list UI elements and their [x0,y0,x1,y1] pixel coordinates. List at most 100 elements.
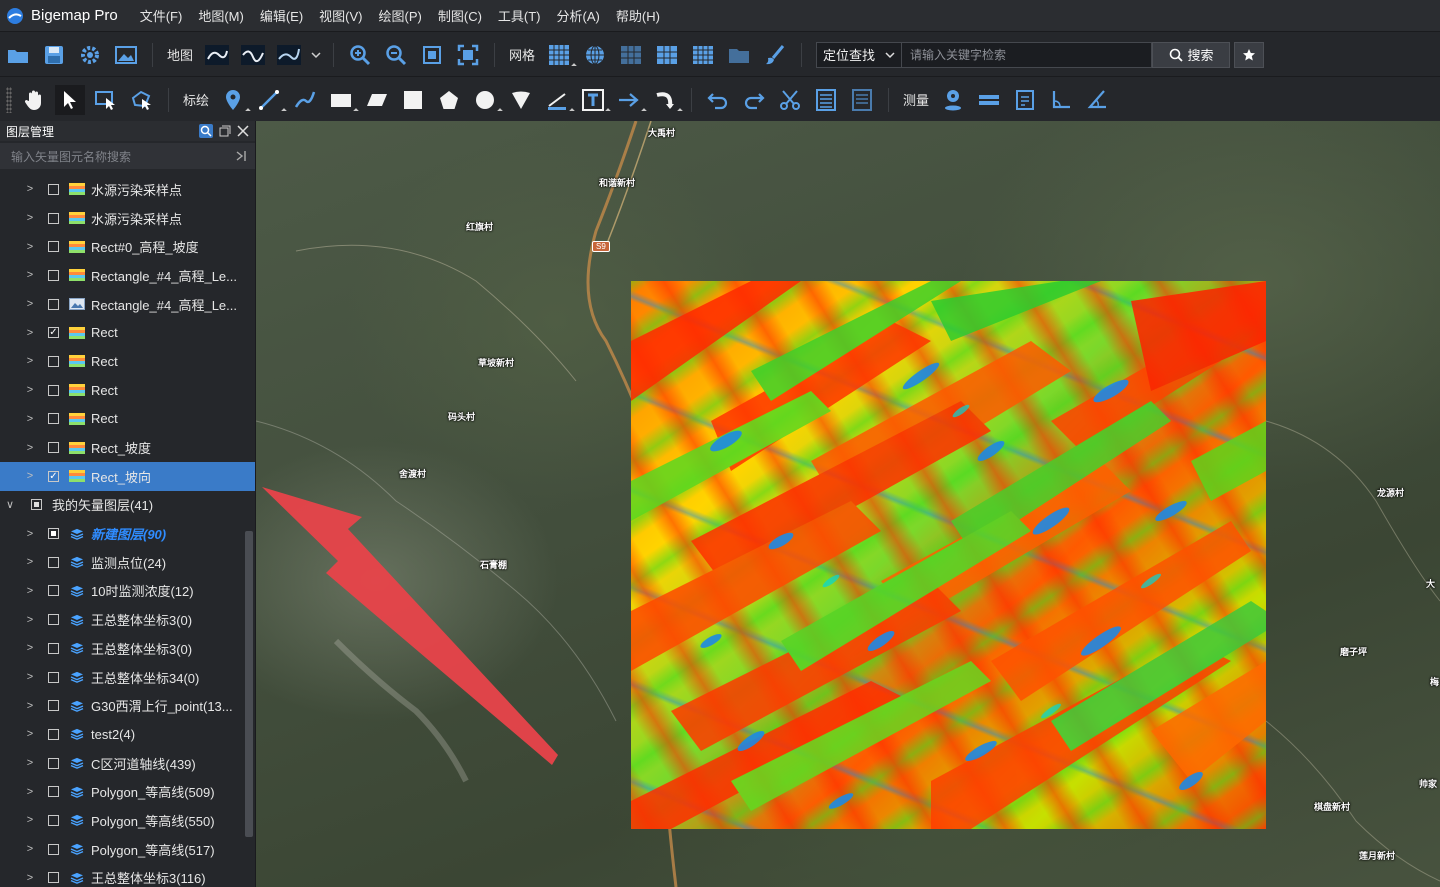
vector-layer-group-row[interactable]: ∨ 我的矢量图层(41) [0,491,255,520]
map-source-dropdown-chevron-icon[interactable] [310,40,322,70]
measure-azimuth-icon[interactable] [1082,85,1112,115]
layer-visibility-checkbox[interactable] [48,814,59,826]
tile-grid-3-icon[interactable] [688,40,718,70]
layer-visibility-checkbox[interactable] [48,843,59,855]
layer-row[interactable]: > Rect [0,347,255,376]
layer-visibility-checkbox[interactable] [48,700,59,712]
panel-search-icon[interactable] [199,124,213,138]
layer-row[interactable]: > Rectangle_#4_高程_Le... [0,261,255,290]
expand-chevron-icon[interactable]: > [24,269,36,281]
group-visibility-checkbox[interactable] [31,499,42,511]
vector-layer-row[interactable]: > C区河道轴线(439) [0,749,255,778]
expand-chevron-icon[interactable]: > [24,843,36,855]
layer-visibility-checkbox[interactable]: ✓ [48,327,59,339]
expand-chevron-icon[interactable]: > [24,355,36,367]
layer-row[interactable]: > ✓ Rect_坡向 [0,461,255,491]
folder-map-icon[interactable] [724,40,754,70]
expand-chevron-icon[interactable]: > [24,757,36,769]
vector-layer-row[interactable]: > 王总整体坐标3(0) [0,634,255,663]
expand-chevron-icon[interactable]: > [24,786,36,798]
expand-chevron-icon[interactable]: > [24,413,36,425]
vector-layer-row[interactable]: > Polygon_等高线(550) [0,806,255,835]
slope-aspect-raster-layer[interactable] [631,281,1266,829]
expand-chevron-icon[interactable]: > [24,442,36,454]
pan-hand-icon[interactable] [19,85,49,115]
document-list-icon[interactable] [847,85,877,115]
map-source-satellite-3-icon[interactable] [274,40,304,70]
zoom-in-icon[interactable] [345,40,375,70]
layer-visibility-checkbox[interactable] [48,585,59,597]
layer-visibility-checkbox[interactable] [48,442,59,454]
layer-visibility-checkbox[interactable] [48,728,59,740]
measure-distance-icon[interactable] [974,85,1004,115]
draw-sector-icon[interactable] [506,85,536,115]
layer-row[interactable]: > Rectangle_#4_高程_Le... [0,290,255,319]
draw-circle-icon[interactable] [470,85,503,115]
toolbar-grip[interactable] [6,86,12,113]
vector-layer-row[interactable]: > 王总整体坐标34(0) [0,663,255,692]
menu-map[interactable]: 地图(M) [190,6,252,25]
layer-row[interactable]: > 水源污染采样点 [0,204,255,233]
map-source-satellite-2-icon[interactable] [238,40,268,70]
open-folder-icon[interactable] [3,40,33,70]
panel-close-icon[interactable] [237,125,249,137]
map-canvas[interactable]: 大禹村 和谐新村 红旗村 草坡新村 码头村 舍渡村 石膏棚 龙源村 大 磨子坪 … [256,121,1440,887]
zoom-out-icon[interactable] [381,40,411,70]
tile-grid-1-icon[interactable] [616,40,646,70]
settings-gear-icon[interactable] [75,40,105,70]
collapse-chevron-icon[interactable]: ∨ [4,498,16,511]
draw-rectangle-icon[interactable] [326,85,359,115]
expand-chevron-icon[interactable]: > [24,872,36,884]
undo-icon[interactable] [703,85,733,115]
menu-file[interactable]: 文件(F) [132,6,191,25]
layer-visibility-checkbox[interactable] [48,183,59,195]
menu-tools[interactable]: 工具(T) [490,6,549,25]
vector-layer-row[interactable]: > 监测点位(24) [0,548,255,577]
layer-visibility-checkbox[interactable] [48,384,59,396]
layer-visibility-checkbox[interactable] [48,413,59,425]
save-icon[interactable] [39,40,69,70]
expand-chevron-icon[interactable]: > [24,700,36,712]
expand-chevron-icon[interactable]: > [24,470,36,482]
expand-chevron-icon[interactable]: > [24,183,36,195]
layer-visibility-checkbox[interactable] [48,528,59,540]
draw-square-icon[interactable] [398,85,428,115]
text-box-icon[interactable] [578,85,611,115]
tile-grid-2-icon[interactable] [652,40,682,70]
layer-visibility-checkbox[interactable] [48,872,59,884]
layer-visibility-checkbox[interactable] [48,757,59,769]
layer-visibility-checkbox[interactable] [48,212,59,224]
place-marker-icon[interactable] [218,85,251,115]
layer-row[interactable]: > 水源污染采样点 [0,175,255,204]
expand-chevron-icon[interactable]: > [24,642,36,654]
menu-help[interactable]: 帮助(H) [608,6,668,25]
locate-mode-select[interactable]: 定位查找 [816,41,903,68]
draw-line-icon[interactable] [254,85,287,115]
draw-text-line-icon[interactable] [542,85,575,115]
vector-layer-row[interactable]: > 王总整体坐标3(116) [0,864,255,887]
expand-chevron-icon[interactable]: > [24,298,36,310]
expand-chevron-icon[interactable]: > [24,327,36,339]
vector-layer-row[interactable]: > 王总整体坐标3(0) [0,605,255,634]
image-export-icon[interactable] [111,40,141,70]
vector-layer-row[interactable]: > test2(4) [0,720,255,749]
expand-chevron-icon[interactable]: > [24,585,36,597]
brush-icon[interactable] [760,40,790,70]
expand-chevron-icon[interactable]: > [24,384,36,396]
menu-draw[interactable]: 绘图(P) [371,6,430,25]
expand-chevron-icon[interactable]: > [24,728,36,740]
draw-arrow-icon[interactable] [614,85,647,115]
cut-scissors-icon[interactable] [775,85,805,115]
layer-visibility-checkbox[interactable] [48,298,59,310]
favorite-button[interactable] [1234,41,1265,68]
zoom-to-extent-icon[interactable] [417,40,447,70]
search-button[interactable]: 搜索 [1152,41,1231,68]
globe-icon[interactable] [580,40,610,70]
measure-area-icon[interactable] [1010,85,1040,115]
layer-filter-input[interactable]: 输入矢量图元名称搜索 [0,143,255,169]
layer-row[interactable]: > Rect [0,376,255,405]
measure-point-icon[interactable] [938,85,968,115]
layer-visibility-checkbox[interactable] [48,671,59,683]
layer-row[interactable]: > ✓ Rect [0,318,255,347]
draw-pentagon-icon[interactable] [434,85,464,115]
